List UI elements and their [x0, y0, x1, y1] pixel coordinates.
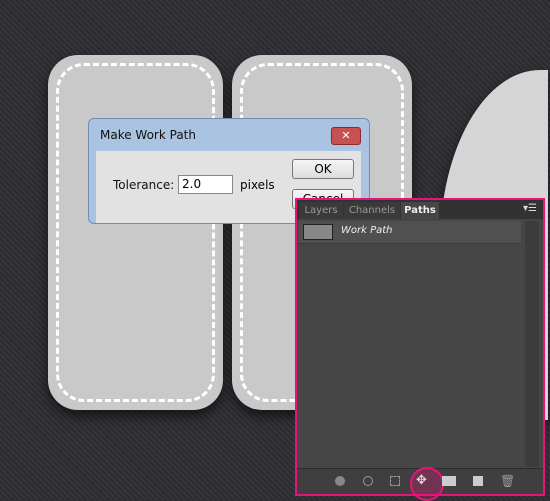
add-mask-icon[interactable] — [442, 476, 456, 486]
delete-icon[interactable]: 🗑 — [500, 475, 515, 487]
panel-toolbar: ✥ 🗑 — [297, 467, 543, 501]
stroke-path-icon[interactable] — [363, 476, 373, 486]
new-path-icon[interactable] — [473, 476, 483, 486]
load-selection-icon[interactable] — [390, 476, 400, 486]
scrollbar[interactable] — [525, 221, 539, 467]
tolerance-label: Tolerance: — [113, 178, 175, 192]
ok-button[interactable]: OK — [292, 159, 354, 179]
tab-channels[interactable]: Channels — [344, 202, 400, 219]
path-thumbnail — [303, 224, 333, 240]
fill-path-icon[interactable] — [335, 476, 345, 486]
paths-panel: Layers Channels Paths ▾☰ Work Path ✥ 🗑 — [295, 198, 545, 501]
close-icon[interactable]: ✕ — [331, 127, 361, 145]
make-work-path-icon[interactable]: ✥ — [416, 474, 427, 487]
tab-layers[interactable]: Layers — [299, 202, 343, 219]
panel-tabs: Layers Channels Paths ▾☰ — [297, 200, 543, 219]
path-name: Work Path — [341, 225, 393, 236]
panel-menu-icon[interactable]: ▾☰ — [523, 203, 537, 214]
tab-paths[interactable]: Paths — [401, 202, 439, 219]
tolerance-input[interactable]: 2.0 — [178, 175, 233, 194]
unit-label: pixels — [240, 178, 275, 192]
path-row[interactable]: Work Path — [299, 221, 521, 244]
dialog-title: Make Work Path — [100, 128, 196, 142]
stitching — [56, 63, 215, 402]
